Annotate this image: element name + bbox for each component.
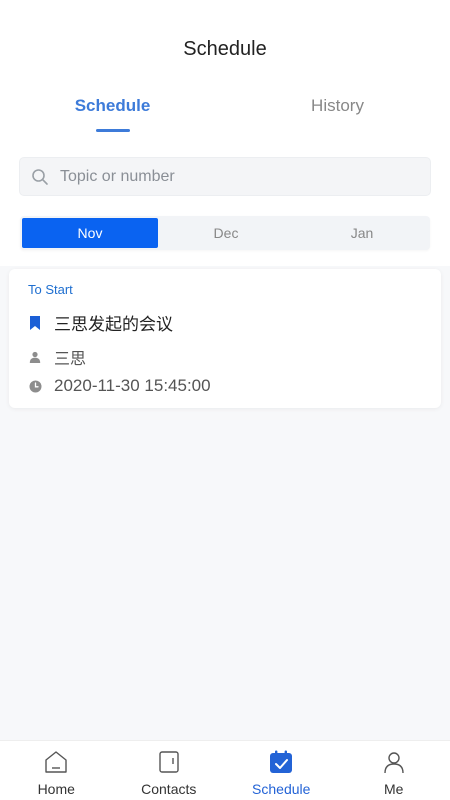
nav-schedule[interactable]: Schedule xyxy=(225,741,338,800)
search-input[interactable] xyxy=(60,167,400,186)
tab-history[interactable]: History xyxy=(225,96,450,116)
month-dec[interactable]: Dec xyxy=(158,216,294,250)
calendar-icon xyxy=(270,750,293,773)
meeting-title: 三思发起的会议 xyxy=(54,315,173,334)
meeting-time-row: 2020-11-30 15:45:00 xyxy=(28,376,211,396)
person-icon xyxy=(28,350,42,364)
status-badge: To Start xyxy=(28,282,73,297)
nav-schedule-label: Schedule xyxy=(252,781,311,797)
home-icon xyxy=(45,751,67,773)
page-title: Schedule xyxy=(183,38,267,60)
nav-me-label: Me xyxy=(384,781,404,797)
tab-bar: Schedule History xyxy=(0,96,450,136)
tab-schedule[interactable]: Schedule xyxy=(0,96,225,116)
tab-active-indicator xyxy=(96,129,130,132)
search-box[interactable] xyxy=(19,157,431,196)
bottom-nav: Home Contacts Schedule Me xyxy=(0,740,450,800)
nav-home[interactable]: Home xyxy=(0,741,113,800)
nav-contacts[interactable]: Contacts xyxy=(113,741,226,800)
meeting-card[interactable]: To Start 三思发起的会议 三思 2020-11-30 15:45:00 xyxy=(9,269,441,408)
person-icon xyxy=(384,752,404,774)
meeting-host: 三思 xyxy=(54,351,87,368)
meeting-title-row: 三思发起的会议 xyxy=(28,310,173,335)
meeting-time: 2020-11-30 15:45:00 xyxy=(54,376,211,395)
clock-icon xyxy=(28,379,42,393)
nav-contacts-label: Contacts xyxy=(141,781,197,797)
month-jan[interactable]: Jan xyxy=(294,216,430,250)
nav-home-label: Home xyxy=(37,781,75,797)
nav-me[interactable]: Me xyxy=(338,741,450,800)
bookmark-icon xyxy=(28,315,42,330)
search-icon xyxy=(32,168,48,185)
top-section: Schedule Schedule History Nov Dec Jan xyxy=(0,0,450,266)
contacts-icon xyxy=(159,751,179,773)
meeting-host-row: 三思 xyxy=(28,345,86,369)
month-selector: Nov Dec Jan xyxy=(20,216,430,250)
month-nov[interactable]: Nov xyxy=(22,218,158,248)
